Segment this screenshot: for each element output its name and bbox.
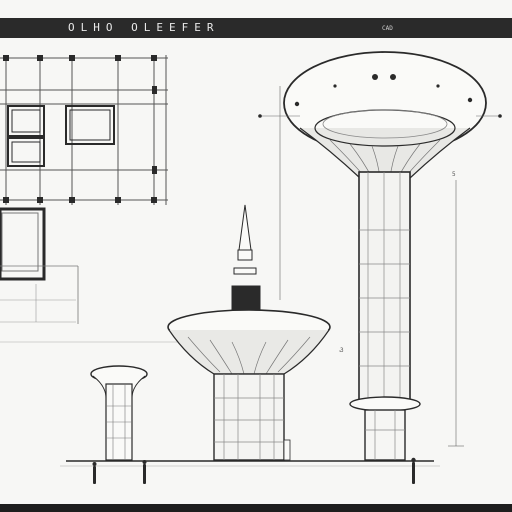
drawing-sheet: OLHO OLEEFER CAD 3 5: [0, 0, 512, 512]
small-tower: [90, 365, 148, 461]
middle-tower: [167, 204, 331, 461]
architectural-sketch: 3 5: [0, 51, 502, 484]
scale-figures: [92, 457, 416, 484]
scale-mark-2: 5: [452, 171, 456, 178]
floor-plan: [0, 55, 168, 205]
tall-tower: [258, 51, 502, 461]
bottom-border: [0, 504, 512, 512]
scale-mark-1: 3: [340, 347, 344, 354]
